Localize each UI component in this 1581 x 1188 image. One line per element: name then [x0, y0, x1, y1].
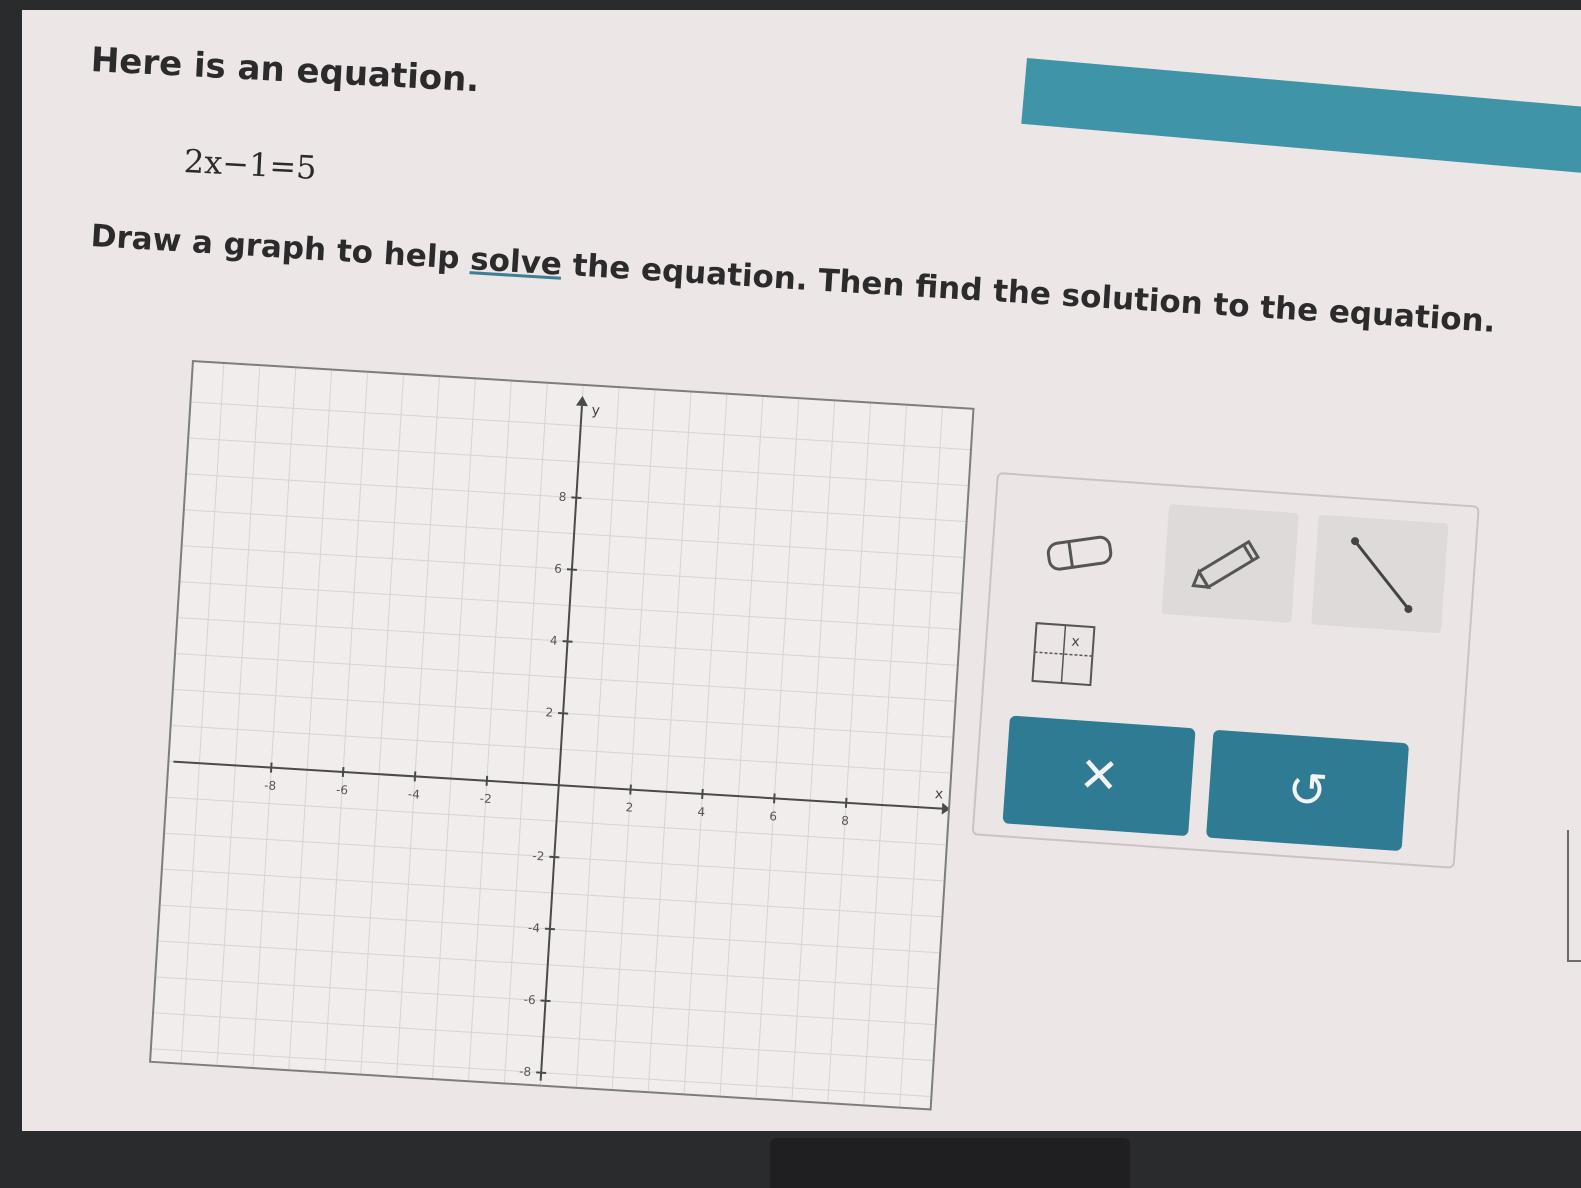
close-icon: ✕ [1077, 746, 1122, 806]
grid-line-vertical [396, 377, 440, 1076]
x-tick-label: 2 [625, 800, 633, 814]
grid-line-vertical [791, 401, 836, 1101]
tool-panel: x ✕ ↺ [971, 472, 1480, 869]
y-tick [558, 712, 569, 715]
prompt-instruction: Draw a graph to help solve the equation.… [90, 218, 1497, 340]
grid-line-vertical [503, 383, 548, 1083]
grid-line-vertical [324, 372, 369, 1072]
y-tick-label: -4 [528, 921, 541, 936]
grid-line-vertical [288, 370, 333, 1070]
line-tool[interactable] [1311, 514, 1449, 634]
equation: 2x−1=5 [183, 142, 318, 187]
header-bar [1021, 58, 1581, 177]
eraser-tool[interactable] [1012, 494, 1149, 613]
y-tick-label: -2 [532, 849, 545, 864]
grid-line-vertical [611, 390, 656, 1090]
grid-line-vertical [683, 394, 728, 1094]
grid-line-vertical [827, 403, 872, 1103]
x-tick [485, 775, 489, 786]
y-tick-label: 8 [558, 490, 566, 504]
x-tick-label: 8 [841, 814, 849, 828]
point-plot-icon: x [1031, 622, 1096, 687]
grid-line-vertical [432, 379, 476, 1079]
point-tool[interactable]: x [1005, 595, 1122, 712]
x-axis-label: x [934, 786, 943, 802]
x-tick [773, 793, 776, 804]
grid-line-vertical [863, 405, 908, 1105]
y-tick [549, 855, 560, 859]
grid-line-vertical [575, 388, 620, 1087]
y-tick [566, 568, 577, 571]
instruction-post: the equation. Then find the solution to … [560, 246, 1497, 340]
undo-icon: ↺ [1285, 761, 1330, 820]
y-tick-label: -8 [519, 1064, 532, 1079]
x-tick-label: -2 [479, 791, 492, 806]
pencil-tool[interactable] [1161, 504, 1299, 623]
line-segment-icon [1351, 537, 1413, 614]
y-axis [539, 405, 583, 1081]
x-tick-label: -4 [407, 787, 420, 802]
x-tick [844, 797, 848, 808]
grid-line-vertical [252, 368, 297, 1068]
grid-line-vertical [755, 399, 800, 1098]
solve-link[interactable]: solve [469, 241, 563, 283]
y-tick [562, 640, 573, 643]
undo-button[interactable]: ↺ [1206, 729, 1410, 852]
point-tool-label: x [1071, 634, 1080, 651]
prompt-intro: Here is an equation. [89, 40, 481, 101]
clear-button[interactable]: ✕ [1002, 715, 1196, 837]
x-tick-label: -8 [264, 778, 277, 793]
screen: Here is an equation. 2x−1=5 Draw a graph… [22, 10, 1581, 1131]
x-tick [269, 762, 273, 773]
x-tick [413, 771, 417, 782]
eraser-icon [1046, 535, 1113, 571]
graph-area[interactable]: x y -8 -6 -4 -2 2 4 6 8 8 6 4 2 -2 -4 -6 -8 [149, 360, 975, 1111]
y-tick-label: 6 [554, 562, 562, 576]
x-tick-label: 4 [697, 805, 705, 819]
grid-line-vertical [360, 374, 404, 1074]
x-tick-label: 6 [769, 809, 777, 823]
y-tick [540, 999, 551, 1003]
y-tick-label: -6 [523, 992, 536, 1007]
grid-line-vertical [216, 366, 261, 1065]
grid-line-vertical [468, 381, 512, 1081]
y-axis-arrow [575, 395, 588, 407]
x-axis-arrow [941, 802, 950, 815]
y-tick [536, 1071, 547, 1074]
x-tick [629, 784, 632, 795]
side-panel-edge [1567, 830, 1581, 962]
x-tick [701, 788, 704, 800]
y-tick-label: 4 [549, 633, 557, 647]
instruction-pre: Draw a graph to help [89, 218, 472, 278]
y-tick [571, 496, 582, 500]
y-axis-label: y [591, 403, 600, 419]
pencil-icon [1191, 539, 1261, 590]
grid-line-vertical [180, 363, 225, 1063]
x-tick [341, 766, 345, 778]
grid-line-vertical [647, 392, 692, 1092]
coordinate-grid[interactable]: x y -8 -6 -4 -2 2 4 6 8 8 6 4 2 -2 -4 -6 -8 [151, 362, 972, 1108]
x-tick-label: -6 [336, 783, 349, 798]
y-tick-label: 2 [545, 705, 553, 719]
y-tick [544, 927, 555, 931]
grid-line-vertical [899, 407, 943, 1107]
grid-line-vertical [719, 396, 764, 1096]
